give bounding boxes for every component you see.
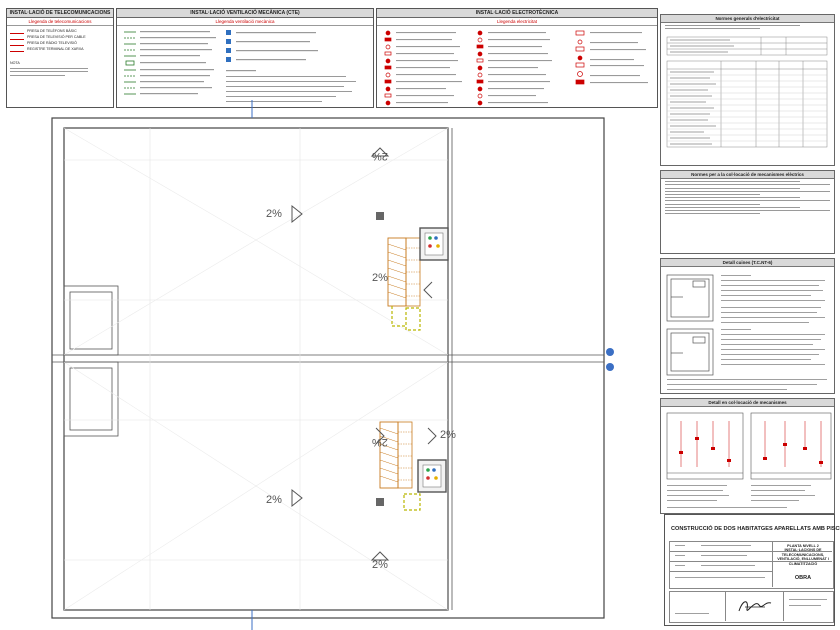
- slope-label-3: 2%: [372, 272, 388, 284]
- title-block: CONSTRUCCIÓ DE DOS HABITATGES APARELLATS…: [664, 514, 840, 626]
- vent-square-bottom: [376, 498, 384, 506]
- electrical-legend: INSTAL·LACIÓ ELECTROTÈCNICA Llegenda ele…: [376, 8, 658, 108]
- kitchen-detail-drawing: [666, 274, 827, 390]
- slope-label-4: 2%: [372, 436, 388, 448]
- drawing-title: PLANTA NIVELL 2 INSTAL·LACIONS DE TELECO…: [777, 544, 829, 566]
- floor-plan: [51, 100, 614, 630]
- slope-arrow-3: [423, 281, 433, 299]
- slope-arrow-5: [291, 488, 303, 508]
- installation-block-top: [387, 227, 449, 331]
- telecom-legend-title: INSTAL·LACIÓ DE TELECOMUNICACIONS: [7, 9, 113, 18]
- telecom-note-label: NOTA: [10, 61, 20, 65]
- telecom-item-4: REGISTRE TERMINAL DE XARXA: [10, 46, 110, 52]
- electrical-legend-title: INSTAL·LACIÓ ELECTROTÈCNICA: [377, 9, 657, 18]
- installation-block-bottom: [379, 421, 447, 511]
- kitchen-detail-section: Detall cuines (T.C.NT-6): [660, 258, 835, 394]
- project-title: CONSTRUCCIÓ DE DOS HABITATGES APARELLATS…: [671, 526, 840, 532]
- mechanism-detail-title: Detall en col·locació de mecanismes: [661, 399, 834, 407]
- ventilation-legend-title: INSTAL·LACIÓ VENTILACIÓ MECÀNICA (CTE): [117, 9, 373, 18]
- phase-label: OBRA: [794, 575, 812, 581]
- signature: [738, 601, 772, 612]
- electrical-legend-subtitle: Llegenda electricitat: [377, 18, 657, 26]
- roof-inner-outline: [63, 127, 449, 611]
- mechanism-norms-section: Normes per a la col·locació de mecanisme…: [660, 170, 835, 254]
- slope-label-5: 2%: [440, 429, 456, 441]
- electrical-norms-table: [666, 37, 828, 148]
- ventilation-legend-subtitle: Llegenda ventilació mecànica: [117, 18, 373, 26]
- kitchen-detail-title: Detall cuines (T.C.NT-6): [661, 259, 834, 267]
- slope-arrow-7: [427, 427, 437, 445]
- mechanism-detail-section: Detall en col·locació de mecanismes: [660, 398, 835, 514]
- electrical-norms-section: Normes generals d'electricitat: [660, 14, 835, 166]
- ventilation-legend-symbols: [124, 30, 356, 102]
- roof-outline: [51, 117, 605, 619]
- mechanism-detail-drawing: [666, 412, 832, 508]
- axis-markers: [606, 348, 614, 371]
- telecom-legend-subtitle: Llegenda de telecomunicacions: [7, 18, 113, 26]
- vent-square-top: [376, 212, 384, 220]
- electrical-legend-symbols: [384, 30, 648, 106]
- slope-label-6: 2%: [266, 494, 282, 506]
- legend-strip: INSTAL·LACIÓ DE TELECOMUNICACIONS Llegen…: [6, 8, 658, 108]
- mechanism-norms-title: Normes per a la col·locació de mecanisme…: [661, 171, 834, 179]
- telecom-legend: INSTAL·LACIÓ DE TELECOMUNICACIONS Llegen…: [6, 8, 114, 108]
- slope-label-2: 2%: [372, 150, 388, 162]
- slope-label-1: 2%: [266, 208, 282, 220]
- electrical-norms-title: Normes generals d'electricitat: [661, 15, 834, 23]
- axis-marker-top: [606, 348, 614, 356]
- axis-marker-bottom: [606, 363, 614, 371]
- ventilation-legend: INSTAL·LACIÓ VENTILACIÓ MECÀNICA (CTE) L…: [116, 8, 374, 108]
- slope-label-7: 2%: [372, 559, 388, 571]
